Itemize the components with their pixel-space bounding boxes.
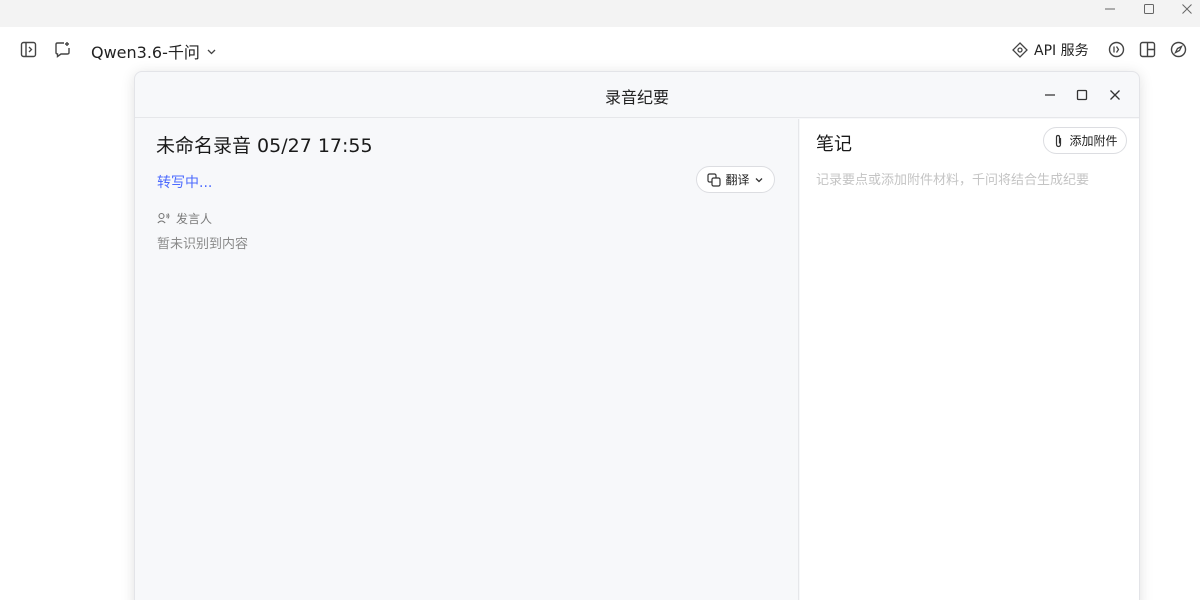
- window-minimize-button[interactable]: [1090, 0, 1130, 18]
- add-attachment-button[interactable]: 添加附件: [1043, 127, 1127, 154]
- translate-button[interactable]: 翻译: [696, 166, 775, 193]
- chevron-down-icon: [755, 177, 762, 182]
- transcript-pane: 未命名录音 05/27 17:55 转写中... 翻译 发言人 暂未识别到内容: [135, 119, 799, 600]
- notes-title: 笔记: [816, 134, 852, 155]
- sidebar-icon: [20, 41, 36, 57]
- translate-label: 翻译: [725, 173, 750, 187]
- notes-pane: 笔记 添加附件: [800, 119, 1139, 600]
- api-service-label: API 服务: [1034, 43, 1089, 59]
- empty-transcript-text: 暂未识别到内容: [157, 237, 249, 252]
- layout-button[interactable]: [1137, 39, 1157, 59]
- model-selector[interactable]: Qwen3.6-千问: [91, 40, 217, 62]
- api-service-button[interactable]: API 服务: [1012, 39, 1089, 61]
- model-name: Qwen3.6-千问: [91, 43, 200, 62]
- window-title-bar: [0, 0, 1200, 27]
- history-icon: [1108, 41, 1124, 57]
- api-icon: [1012, 42, 1028, 58]
- chevron-down-icon: [207, 49, 216, 54]
- explore-button[interactable]: [1168, 39, 1188, 59]
- minimize-icon: [1105, 8, 1115, 10]
- notes-input[interactable]: [816, 169, 1116, 191]
- close-icon: [1182, 4, 1192, 14]
- speaker-label: 发言人: [176, 212, 213, 226]
- new-chat-button[interactable]: [52, 39, 72, 59]
- attach-label: 添加附件: [1069, 134, 1118, 148]
- close-icon: [1110, 90, 1120, 100]
- dialog-title-bar: 录音纪要: [135, 72, 1139, 118]
- minimize-icon: [1045, 94, 1055, 96]
- sidebar-toggle-button[interactable]: [18, 39, 38, 59]
- compass-icon: [1170, 41, 1186, 57]
- recording-title[interactable]: 未命名录音 05/27 17:55: [156, 131, 373, 158]
- maximize-icon: [1076, 89, 1088, 101]
- history-button[interactable]: [1106, 39, 1126, 59]
- new-chat-icon: [54, 41, 70, 58]
- dialog-minimize-button[interactable]: [1038, 84, 1062, 106]
- maximize-icon: [1144, 4, 1154, 14]
- dialog-title: 录音纪要: [604, 88, 669, 107]
- window-close-button[interactable]: [1167, 0, 1200, 18]
- dialog-close-button[interactable]: [1103, 84, 1127, 106]
- paperclip-icon: [1056, 134, 1062, 147]
- translate-icon: [707, 172, 722, 187]
- app-header: Qwen3.6-千问 API 服务: [0, 27, 1200, 75]
- recording-summary-dialog: 录音纪要 未命名录音 05/27 17:55 转写中... 翻译 发言人 暂未识…: [134, 71, 1140, 600]
- speaker-icon: [157, 212, 170, 224]
- transcribing-status: 转写中...: [157, 175, 213, 191]
- window-maximize-button[interactable]: [1129, 0, 1169, 18]
- speaker-row: 发言人: [157, 210, 212, 227]
- layout-icon: [1139, 41, 1155, 57]
- dialog-maximize-button[interactable]: [1070, 84, 1094, 106]
